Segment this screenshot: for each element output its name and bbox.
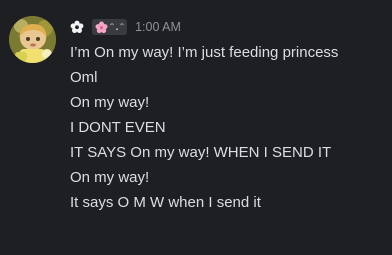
flower-icon — [70, 20, 84, 34]
message-line: On my way! — [70, 94, 150, 111]
username-badge[interactable]: ᵔ.ᵔ — [92, 19, 128, 35]
username-badge-text: ᵔ.ᵔ — [109, 21, 125, 33]
message-lines: I’m On my way! I’m just feeding princess… — [70, 40, 338, 215]
message-group: ᵔ.ᵔ 1:00 AM I’m On my way! I’m just feed… — [0, 0, 392, 255]
message-line: I DONT EVEN — [70, 119, 166, 136]
message-line: Oml — [70, 69, 98, 86]
message-timestamp[interactable]: 1:00 AM — [135, 20, 181, 34]
message-line: IT SAYS On my way! WHEN I SEND IT — [70, 144, 332, 161]
message-header: ᵔ.ᵔ 1:00 AM — [70, 17, 181, 37]
message-line: I’m On my way! I’m just feeding princess — [70, 44, 339, 61]
cherry-blossom-icon — [95, 21, 108, 34]
avatar-image — [9, 16, 56, 63]
message-line: It says O M W when I send it — [70, 194, 261, 211]
message-line: On my way! — [70, 169, 150, 186]
avatar[interactable] — [9, 16, 56, 63]
